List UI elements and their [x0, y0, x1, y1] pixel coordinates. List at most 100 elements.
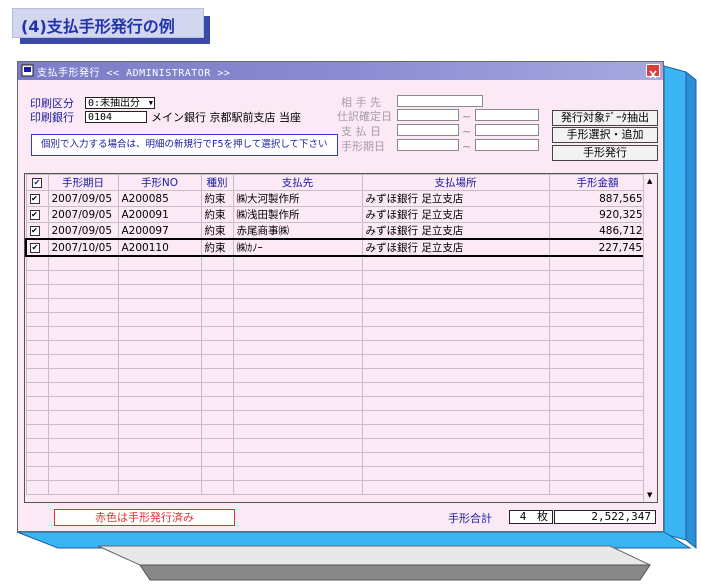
row-check[interactable]: [25, 283, 49, 299]
row-payment-place[interactable]: [361, 437, 550, 453]
row-amount[interactable]: [548, 325, 647, 341]
empty-row[interactable]: [25, 423, 647, 439]
row-amount[interactable]: [548, 395, 647, 411]
row-amount[interactable]: 486,712: [548, 222, 647, 240]
row-payment-place[interactable]: [361, 409, 550, 425]
row-type[interactable]: [200, 465, 234, 481]
row-payee[interactable]: [232, 451, 363, 467]
row-due-date[interactable]: [47, 325, 119, 341]
row-note-no[interactable]: [117, 479, 202, 495]
row-type[interactable]: [200, 283, 234, 299]
row-note-no[interactable]: [117, 297, 202, 313]
row-note-no[interactable]: [117, 381, 202, 397]
row-check[interactable]: [25, 353, 49, 369]
row-due-date[interactable]: [47, 283, 119, 299]
row-due-date[interactable]: 2007/09/05: [47, 222, 119, 240]
row-payment-place[interactable]: [361, 381, 550, 397]
row-amount[interactable]: 887,565: [548, 190, 647, 207]
row-payment-place[interactable]: [361, 465, 550, 481]
row-note-no[interactable]: A200091: [117, 206, 202, 223]
row-type[interactable]: [200, 339, 234, 355]
check-icon[interactable]: ✔: [29, 209, 40, 220]
row-payment-place[interactable]: みずほ銀行 足立支店: [361, 206, 550, 223]
row-payment-place[interactable]: [361, 451, 550, 467]
row-due-date[interactable]: 2007/10/05: [47, 238, 119, 257]
row-amount[interactable]: 920,325: [548, 206, 647, 223]
row-amount[interactable]: [548, 367, 647, 383]
row-type[interactable]: [200, 381, 234, 397]
row-check[interactable]: [25, 297, 49, 313]
due-date-from[interactable]: [397, 139, 459, 151]
row-payee[interactable]: [232, 367, 363, 383]
row-payee[interactable]: [232, 479, 363, 495]
row-payment-place[interactable]: [361, 395, 550, 411]
row-check[interactable]: [25, 255, 49, 271]
row-payee[interactable]: [232, 269, 363, 285]
row-note-no[interactable]: [117, 437, 202, 453]
row-amount[interactable]: [548, 339, 647, 355]
row-check[interactable]: [25, 437, 49, 453]
row-type[interactable]: [200, 423, 234, 439]
empty-row[interactable]: [25, 325, 647, 341]
row-payment-place[interactable]: [361, 339, 550, 355]
table-row[interactable]: ✔ 2007/09/05 A200085 約束 ㈱大河製作所 みずほ銀行 足立支店 887,…: [25, 190, 647, 207]
empty-row[interactable]: [25, 339, 647, 355]
row-type[interactable]: [200, 255, 234, 271]
row-type[interactable]: 約束: [200, 206, 234, 223]
row-type[interactable]: 約束: [200, 190, 234, 207]
row-amount[interactable]: [548, 409, 647, 425]
row-payment-place[interactable]: [361, 283, 550, 299]
row-amount[interactable]: [548, 437, 647, 453]
row-payee[interactable]: [232, 353, 363, 369]
row-amount[interactable]: [548, 353, 647, 369]
row-check[interactable]: ✔: [25, 222, 49, 240]
due-date-to[interactable]: [475, 139, 539, 151]
row-amount[interactable]: [548, 423, 647, 439]
empty-row[interactable]: [25, 311, 647, 327]
row-payment-place[interactable]: みずほ銀行 足立支店: [361, 190, 550, 207]
row-amount[interactable]: [548, 479, 647, 495]
row-note-no[interactable]: A200097: [117, 222, 202, 240]
empty-row[interactable]: [25, 479, 647, 495]
row-due-date[interactable]: [47, 423, 119, 439]
scroll-up-icon[interactable]: ▲: [647, 178, 652, 185]
row-payee[interactable]: [232, 409, 363, 425]
row-amount[interactable]: [548, 283, 647, 299]
row-payee[interactable]: [232, 423, 363, 439]
empty-row[interactable]: [25, 353, 647, 369]
row-payee[interactable]: [232, 395, 363, 411]
row-due-date[interactable]: [47, 255, 119, 271]
journal-date-from[interactable]: [397, 109, 459, 121]
row-note-no[interactable]: [117, 269, 202, 285]
check-icon[interactable]: ✔: [29, 193, 40, 204]
chevron-down-icon[interactable]: ▼: [149, 99, 153, 107]
row-payment-place[interactable]: [361, 353, 550, 369]
row-check[interactable]: [25, 395, 49, 411]
row-type[interactable]: [200, 325, 234, 341]
row-check[interactable]: [25, 423, 49, 439]
row-payee[interactable]: ㈱浅田製作所: [232, 206, 363, 223]
row-amount[interactable]: [548, 269, 647, 285]
row-check[interactable]: ✔: [25, 190, 49, 207]
row-amount[interactable]: [548, 451, 647, 467]
row-note-no[interactable]: [117, 409, 202, 425]
row-amount[interactable]: [548, 297, 647, 313]
row-due-date[interactable]: [47, 269, 119, 285]
row-payment-place[interactable]: [361, 479, 550, 495]
row-check[interactable]: [25, 311, 49, 327]
empty-row[interactable]: [25, 451, 647, 467]
row-check[interactable]: [25, 269, 49, 285]
payment-date-to[interactable]: [475, 124, 539, 136]
row-type[interactable]: [200, 437, 234, 453]
row-check[interactable]: [25, 479, 49, 495]
row-payee[interactable]: ㈱ｶﾉｰ: [232, 238, 363, 257]
row-type[interactable]: [200, 297, 234, 313]
check-icon[interactable]: ✔: [29, 225, 40, 236]
row-type[interactable]: [200, 479, 234, 495]
empty-row[interactable]: [25, 255, 647, 271]
check-all-icon[interactable]: ✔: [32, 177, 42, 188]
table-row[interactable]: ✔ 2007/10/05 A200110 約束 ㈱ｶﾉｰ みずほ銀行 足立支店 227,74…: [25, 238, 647, 257]
row-amount[interactable]: [548, 381, 647, 397]
row-due-date[interactable]: [47, 381, 119, 397]
row-check[interactable]: [25, 339, 49, 355]
